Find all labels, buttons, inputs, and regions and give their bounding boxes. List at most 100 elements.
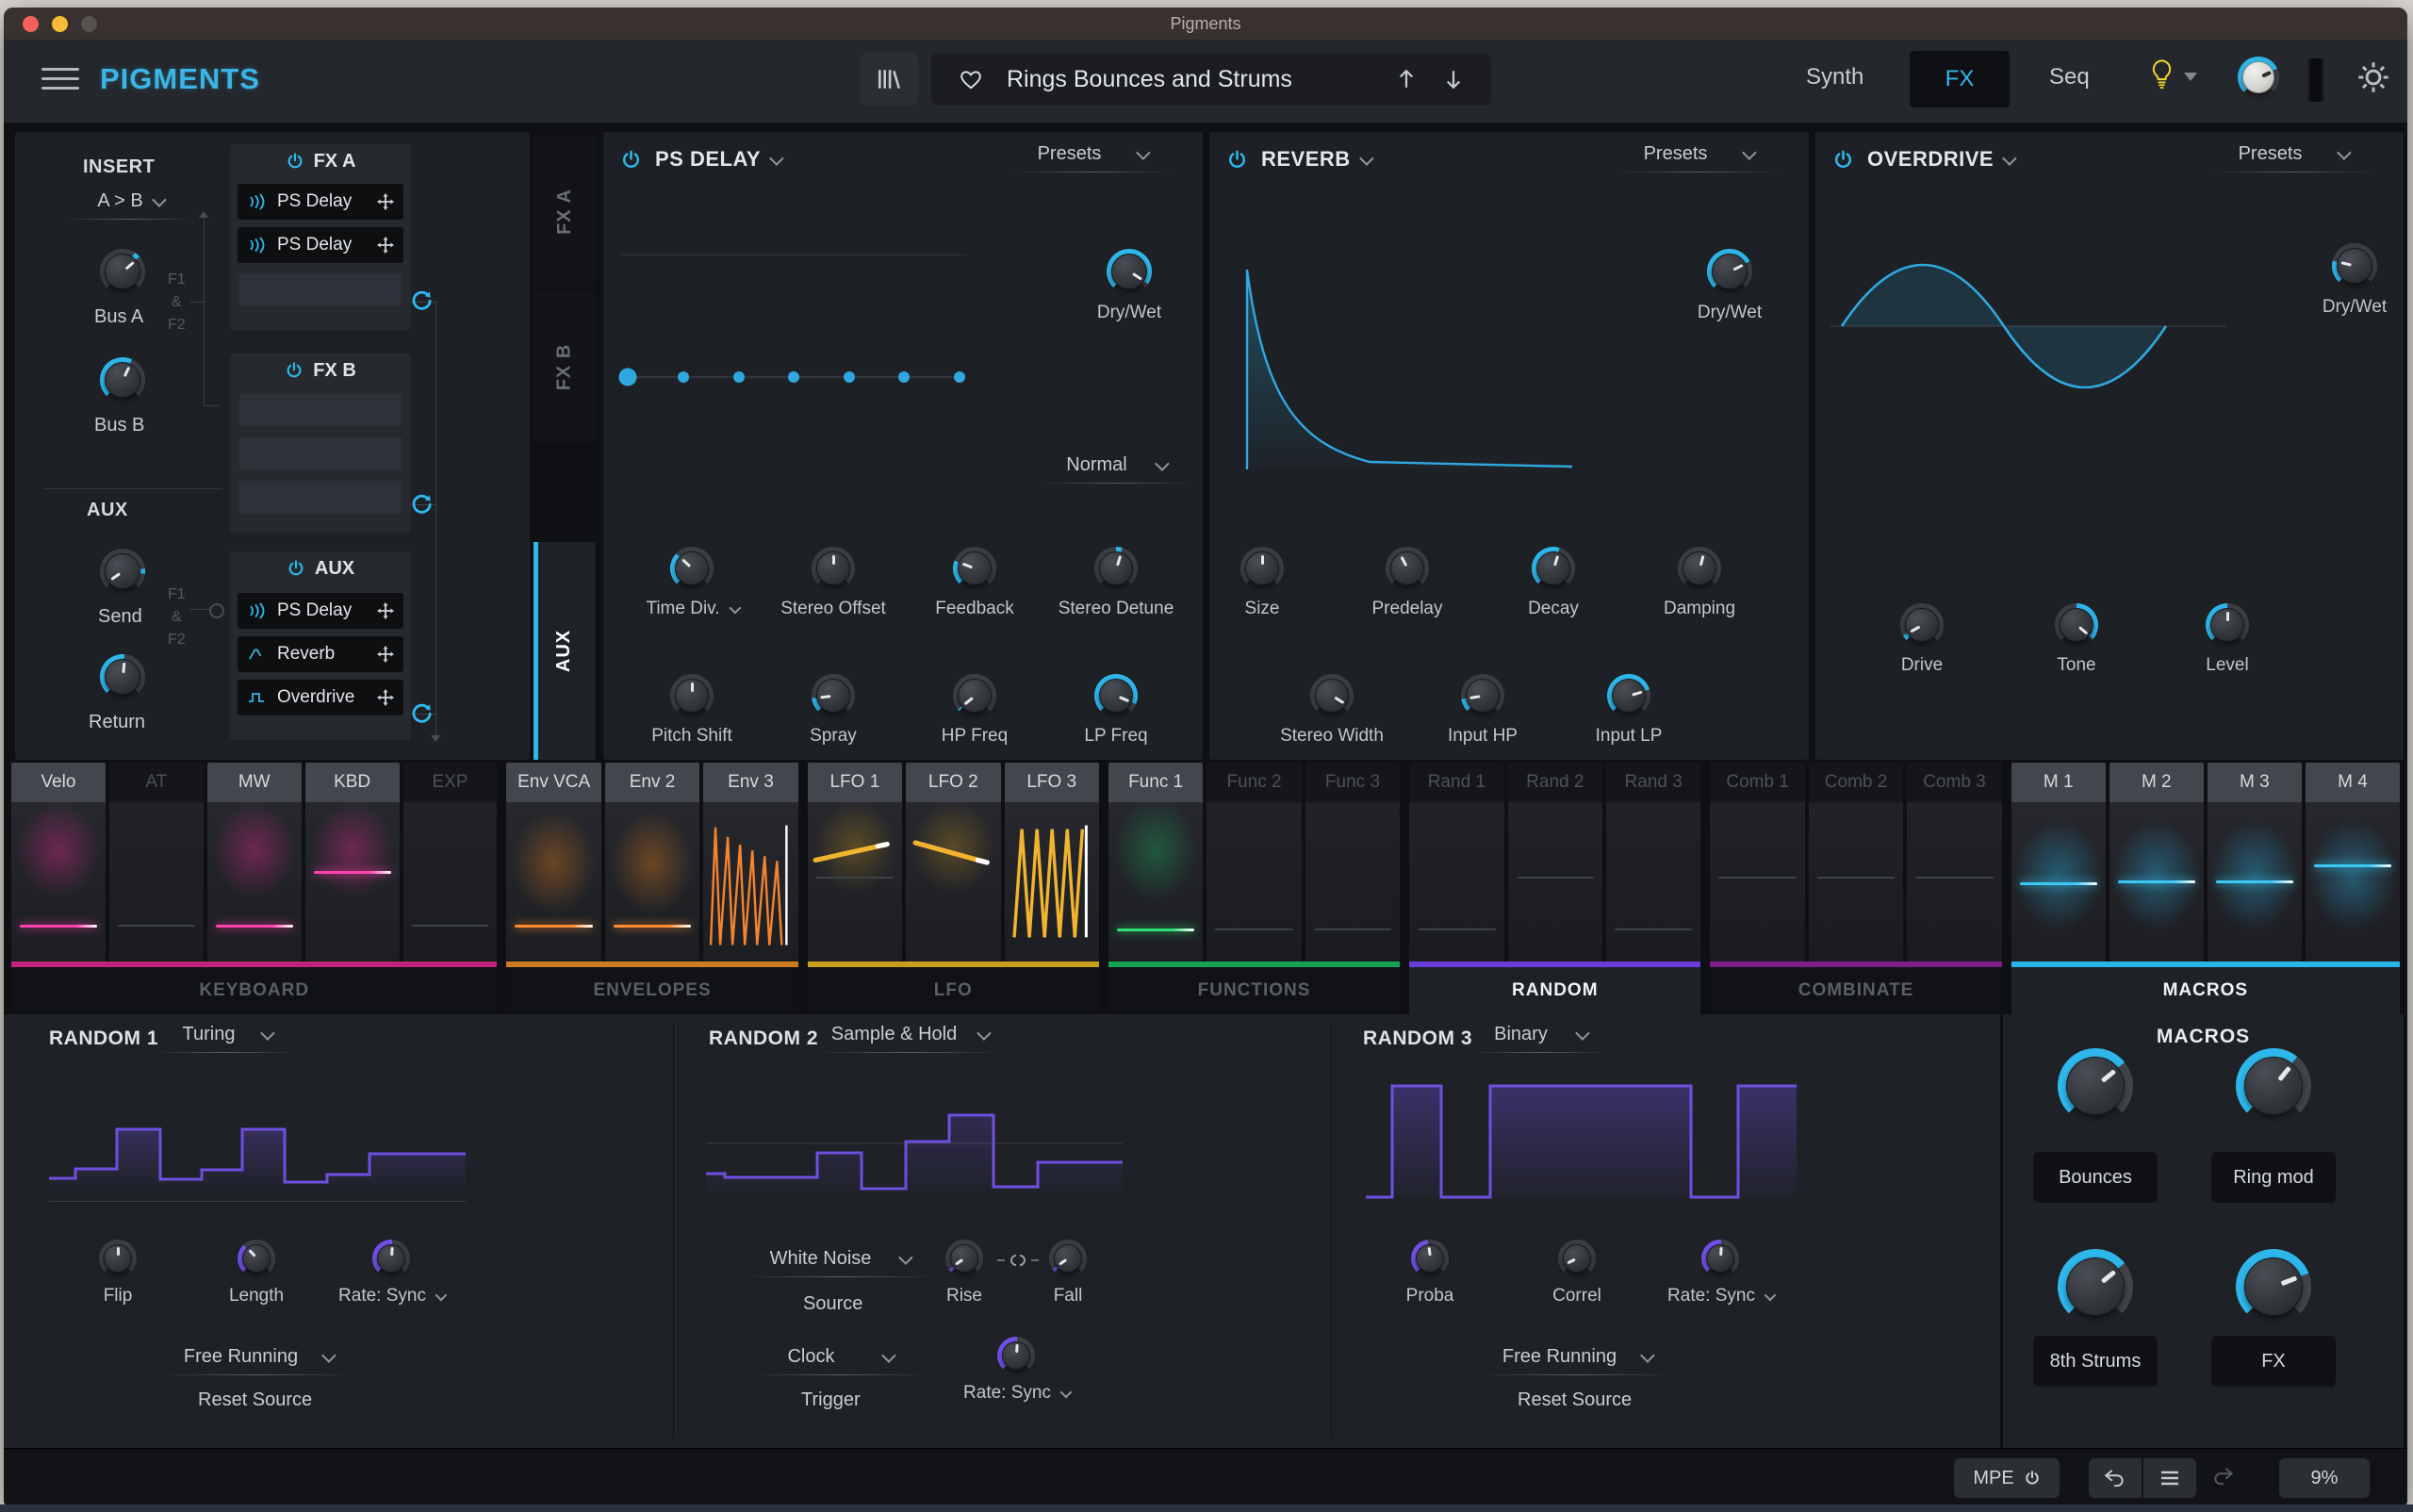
random-1-length-knob[interactable] (238, 1240, 275, 1277)
aux-slot-3[interactable]: Overdrive (238, 680, 403, 715)
mod-source-kbd[interactable]: KBD (305, 763, 400, 961)
chevron-down-icon[interactable] (729, 601, 741, 614)
mod-source-m2[interactable]: M 2 (2109, 763, 2204, 961)
bus-a-knob[interactable] (100, 249, 145, 294)
settings-gear-button[interactable] (2356, 60, 2390, 99)
tab-random[interactable]: RANDOM (1409, 967, 1700, 1014)
tab-fx[interactable]: FX (1910, 51, 2010, 107)
chevron-down-icon[interactable] (435, 1289, 448, 1301)
aux-loop-icon[interactable] (409, 701, 434, 731)
mod-source-func-2[interactable]: Func 2 (1206, 763, 1301, 961)
bus-b-knob[interactable] (100, 357, 145, 403)
mod-source-lfo-3[interactable]: LFO 3 (1005, 763, 1099, 961)
tone-knob[interactable] (2055, 603, 2098, 647)
side-tab-aux[interactable]: AUX (533, 542, 596, 760)
redo-button[interactable] (2211, 1466, 2234, 1491)
power-icon[interactable] (620, 149, 642, 171)
time-div-knob[interactable] (670, 547, 714, 590)
chevron-down-icon[interactable] (1060, 1386, 1073, 1398)
next-preset-icon[interactable] (1444, 68, 1463, 90)
random-3-type-dropdown[interactable]: Binary (1476, 1024, 1604, 1053)
side-tab-fx-a[interactable]: FX A (533, 135, 596, 288)
random-2-fall-knob[interactable] (1049, 1240, 1087, 1277)
chevron-down-icon[interactable] (1359, 151, 1374, 166)
ps-delay-presets-dropdown[interactable]: Presets (1018, 143, 1167, 173)
macro-4-label[interactable]: FX (2211, 1336, 2336, 1387)
mod-source-comb-2[interactable]: Comb 2 (1809, 763, 1903, 961)
side-tab-fx-b[interactable]: FX B (533, 291, 596, 442)
mod-source-comb-1[interactable]: Comb 1 (1710, 763, 1804, 961)
aux-return-knob[interactable] (100, 654, 145, 699)
reverb-presets-dropdown[interactable]: Presets (1624, 143, 1773, 173)
mod-source-rand-3[interactable]: Rand 3 (1606, 763, 1700, 961)
input-lp-knob[interactable] (1607, 674, 1650, 717)
power-icon[interactable] (1226, 149, 1248, 171)
move-handle-icon[interactable] (377, 602, 394, 619)
macro-3-knob[interactable] (2058, 1249, 2133, 1324)
random-2-rate-knob[interactable] (997, 1337, 1035, 1374)
delay-mode-dropdown[interactable]: Normal (1046, 454, 1186, 484)
favorite-heart-icon[interactable] (960, 69, 982, 90)
stereo-width-knob[interactable] (1310, 674, 1354, 717)
move-handle-icon[interactable] (377, 689, 394, 706)
mod-source-m1[interactable]: M 1 (2011, 763, 2106, 961)
fx-a-rack-header[interactable]: FX A (230, 144, 411, 178)
mod-source-lfo-2[interactable]: LFO 2 (906, 763, 1000, 961)
mod-source-env-3[interactable]: Env 3 (703, 763, 797, 961)
random-2-trigger-dropdown[interactable]: Clock (756, 1346, 924, 1375)
power-icon[interactable] (1832, 149, 1854, 171)
random-3-rate-knob[interactable] (1701, 1240, 1739, 1277)
random-2-type-dropdown[interactable]: Sample & Hold (822, 1024, 997, 1053)
mod-source-comb-3[interactable]: Comb 3 (1907, 763, 2001, 961)
power-icon[interactable] (286, 152, 304, 171)
decay-knob[interactable] (1532, 547, 1575, 590)
tab-seq[interactable]: Seq (2049, 64, 2090, 90)
random-1-type-dropdown[interactable]: Turing (162, 1024, 292, 1053)
mod-source-rand-2[interactable]: Rand 2 (1508, 763, 1602, 961)
chevron-down-icon[interactable] (2002, 151, 2017, 166)
mod-source-m4[interactable]: M 4 (2306, 763, 2400, 961)
hp-freq-knob[interactable] (953, 674, 996, 717)
dry-wet-knob[interactable] (1707, 249, 1752, 294)
bulb-dropdown-arrow[interactable] (2184, 73, 2197, 81)
fx-b-slot-1-empty[interactable] (238, 391, 403, 427)
preset-library-button[interactable] (860, 53, 918, 106)
hamburger-menu-icon[interactable] (41, 68, 79, 90)
mod-source-at[interactable]: AT (109, 763, 204, 961)
tips-bulb-button[interactable] (2149, 58, 2197, 90)
predelay-knob[interactable] (1386, 547, 1429, 590)
mod-source-env-vca[interactable]: Env VCA (506, 763, 600, 961)
macro-1-knob[interactable] (2058, 1048, 2133, 1124)
random-3-reset-source[interactable]: Reset Source (1518, 1389, 1632, 1411)
mpe-toggle-button[interactable]: MPE (1954, 1458, 2060, 1498)
tab-envelopes[interactable]: ENVELOPES (506, 967, 797, 1014)
tab-functions[interactable]: FUNCTIONS (1108, 967, 1400, 1014)
size-knob[interactable] (1240, 547, 1284, 590)
fx-b-slot-3-empty[interactable] (238, 478, 403, 514)
power-icon[interactable] (287, 559, 305, 578)
mod-source-m3[interactable]: M 3 (2208, 763, 2302, 961)
input-hp-knob[interactable] (1461, 674, 1504, 717)
mod-source-env-2[interactable]: Env 2 (605, 763, 699, 961)
delay-taps-visualization[interactable] (615, 226, 971, 415)
mod-source-rand-1[interactable]: Rand 1 (1409, 763, 1503, 961)
fx-a-slot-1[interactable]: PS Delay (238, 184, 403, 220)
previous-preset-icon[interactable] (1397, 68, 1416, 90)
aux-rack-header[interactable]: AUX (230, 551, 411, 585)
mod-source-lfo-1[interactable]: LFO 1 (808, 763, 902, 961)
random-1-run-mode-dropdown[interactable]: Free Running (167, 1346, 350, 1375)
random-3-correl-knob[interactable] (1558, 1240, 1596, 1277)
drive-knob[interactable] (1900, 603, 1944, 647)
undo-button[interactable] (2089, 1458, 2142, 1498)
lp-freq-knob[interactable] (1094, 674, 1138, 717)
fx-b-slot-2-empty[interactable] (238, 435, 403, 470)
level-knob[interactable] (2206, 603, 2249, 647)
preset-selector[interactable]: Rings Bounces and Strums (931, 53, 1491, 106)
insert-mode-dropdown[interactable]: A > B (70, 190, 190, 220)
chevron-down-icon[interactable] (1765, 1289, 1777, 1301)
chevron-down-icon[interactable] (769, 151, 784, 166)
stereo-offset-knob[interactable] (812, 547, 855, 590)
aux-slot-2[interactable]: Reverb (238, 636, 403, 672)
macro-4-knob[interactable] (2236, 1249, 2311, 1324)
overdrive-presets-dropdown[interactable]: Presets (2219, 143, 2368, 173)
